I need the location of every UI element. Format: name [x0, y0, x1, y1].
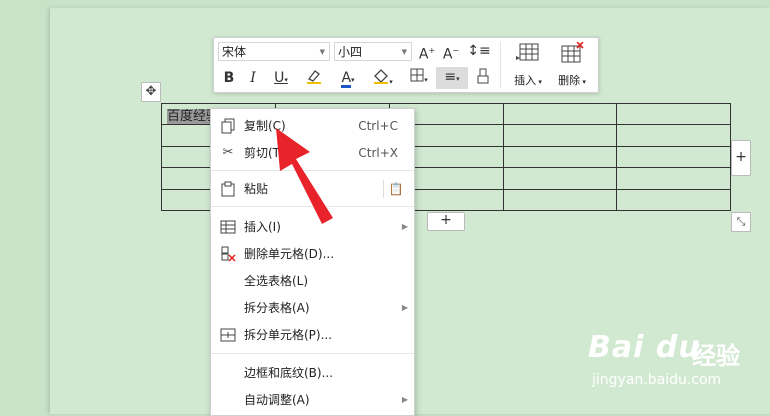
baidu-jingyan-watermark: Bai du 经验 jingyan.baidu.com: [588, 330, 768, 410]
watermark-brand: 经验: [692, 342, 740, 370]
baidu-logo: Bai du: [588, 330, 701, 365]
watermark-url: jingyan.baidu.com: [592, 372, 722, 388]
